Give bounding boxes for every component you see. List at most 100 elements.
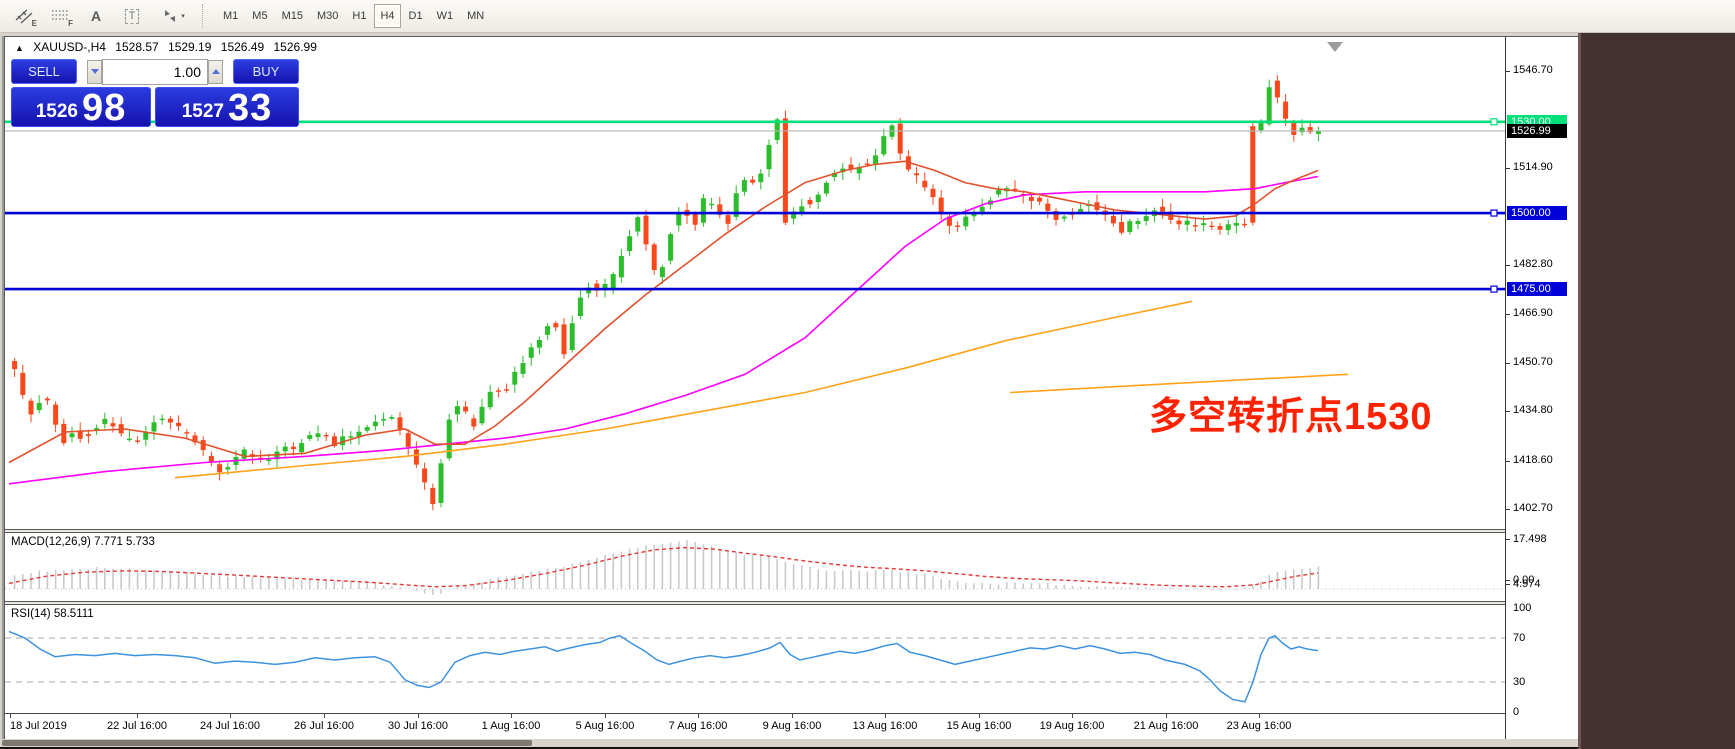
- ma-slow-line: [175, 301, 1192, 477]
- buy-price-big: 33: [228, 91, 272, 125]
- fibonacci-icon-sub: F: [68, 19, 73, 28]
- chart-window: 18 Jul 2019 22 Jul 16:00 24 Jul 16:00 26 Ju…: [4, 36, 1578, 739]
- price-axis-label: 1418.60: [1513, 454, 1553, 466]
- arrows-tool-button[interactable]: ▾: [150, 2, 196, 30]
- macd-panel-plot[interactable]: [5, 533, 1505, 601]
- rsi-axis-label: 0: [1513, 706, 1519, 718]
- time-axis[interactable]: 18 Jul 2019 22 Jul 16:00 24 Jul 16:00 26 Ju…: [5, 713, 1505, 740]
- time-axis-label: 9 Aug 16:00: [763, 720, 822, 732]
- timeframe-button-h4[interactable]: H4: [374, 4, 400, 28]
- chart-shift-marker-icon[interactable]: [1327, 42, 1343, 52]
- level-handle: [1491, 210, 1497, 216]
- sell-price-small: 1526: [36, 99, 78, 125]
- rsi-axis-label: 70: [1513, 632, 1525, 644]
- rsi-panel-plot[interactable]: [5, 605, 1505, 713]
- axis-tick: [137, 714, 138, 718]
- macd-axis-label: 4.974: [1513, 578, 1541, 590]
- axis-tick: [1506, 71, 1510, 72]
- macd-indicator-label: MACD(12,26,9) 7.771 5.733: [11, 536, 155, 548]
- volume-input[interactable]: [102, 59, 208, 85]
- one-click-trading-panel: SELL BUY 1526 98 1527 33: [11, 58, 299, 127]
- axis-tick: [1506, 539, 1510, 540]
- time-axis-label: 30 Jul 16:00: [388, 720, 448, 732]
- horizontal-scrollbar[interactable]: [0, 739, 1578, 749]
- axis-tick: [1506, 461, 1510, 462]
- rsi-axis-label: 100: [1513, 602, 1531, 614]
- axis-tick: [511, 714, 512, 718]
- timeframe-button-w1[interactable]: W1: [431, 4, 460, 28]
- mt4-terminal: E F A T ▾ M1M5M15M30H1H4D1W1MN: [0, 0, 1735, 749]
- chart-annotation-text[interactable]: 多空转折点1530: [1149, 385, 1433, 440]
- high-value: 1529.19: [168, 40, 211, 54]
- time-axis-label: 18 Jul 2019: [10, 720, 67, 732]
- axis-tick: [1259, 714, 1260, 718]
- axis-tick: [1166, 714, 1167, 718]
- sell-price-box[interactable]: 1526 98: [11, 87, 151, 127]
- axis-tick: [1506, 411, 1510, 412]
- triangle-down-icon: [91, 69, 99, 74]
- axis-tick: [10, 714, 11, 718]
- volume-decrease-button[interactable]: [87, 60, 102, 84]
- rsi-line: [9, 631, 1318, 701]
- axis-tick: [698, 714, 699, 718]
- timeframe-toolbar: M1M5M15M30H1H4D1W1MN: [216, 4, 491, 28]
- time-axis-label: 24 Jul 16:00: [200, 720, 260, 732]
- axis-tick: [1506, 584, 1510, 585]
- timeframe-button-h1[interactable]: H1: [346, 4, 372, 28]
- text-box-tool-button[interactable]: T: [114, 2, 150, 30]
- equidistant-channel-tool-button[interactable]: E: [6, 2, 42, 30]
- fibonacci-tool-button[interactable]: F: [42, 2, 78, 30]
- macd-signal-line: [9, 548, 1318, 587]
- axis-tick: [1072, 714, 1073, 718]
- text-box-icon: T: [125, 9, 140, 24]
- time-axis-label: 19 Aug 16:00: [1040, 720, 1105, 732]
- open-value: 1528.57: [115, 40, 158, 54]
- toolbar-separator: [202, 4, 208, 28]
- timeframe-button-m30[interactable]: M30: [311, 4, 344, 28]
- level-handle: [1491, 119, 1497, 125]
- time-axis-label: 5 Aug 16:00: [576, 720, 635, 732]
- price-badge-1500.00: 1500.00: [1507, 206, 1567, 220]
- timeframe-button-m5[interactable]: M5: [246, 4, 273, 28]
- ohlc-header: ▲ XAUUSD-,H4 1528.57 1529.19 1526.49 152…: [15, 40, 323, 54]
- rsi-indicator-label: RSI(14) 58.5111: [11, 608, 94, 620]
- timeframe-button-d1[interactable]: D1: [403, 4, 429, 28]
- axis-tick: [1506, 265, 1510, 266]
- text-label-icon: A: [91, 8, 101, 24]
- axis-tick: [1506, 168, 1510, 169]
- toolbar: E F A T ▾ M1M5M15M30H1H4D1W1MN: [0, 0, 1735, 33]
- price-axis-label: 1402.70: [1513, 502, 1553, 514]
- price-axis[interactable]: 1546.701514.901482.801466.901450.701434.…: [1505, 37, 1578, 740]
- buy-button[interactable]: BUY: [233, 59, 299, 84]
- triangle-up-icon: [212, 69, 220, 74]
- workspace-background: [1578, 33, 1735, 749]
- timeframe-button-m1[interactable]: M1: [217, 4, 244, 28]
- time-axis-label: 22 Jul 16:00: [107, 720, 167, 732]
- axis-tick: [885, 714, 886, 718]
- collapse-panel-arrow-icon[interactable]: ▲: [15, 43, 24, 53]
- scrollbar-thumb[interactable]: [2, 740, 532, 746]
- buy-price-box[interactable]: 1527 33: [155, 87, 299, 127]
- axis-tick: [1506, 363, 1510, 364]
- volume-increase-button[interactable]: [208, 60, 223, 84]
- axis-tick: [1506, 314, 1510, 315]
- axis-tick: [1506, 509, 1510, 510]
- volume-stepper: [87, 59, 223, 85]
- time-axis-label: 21 Aug 16:00: [1134, 720, 1199, 732]
- level-handle: [1491, 286, 1497, 292]
- time-axis-label: 26 Jul 16:00: [294, 720, 354, 732]
- timeframe-button-mn[interactable]: MN: [461, 4, 490, 28]
- axis-tick: [1506, 580, 1510, 581]
- price-badge-1526.99: 1526.99: [1507, 124, 1567, 138]
- price-axis-label: 1514.90: [1513, 161, 1553, 173]
- sell-button[interactable]: SELL: [11, 59, 77, 84]
- time-axis-label: 15 Aug 16:00: [947, 720, 1012, 732]
- timeframe-button-m15[interactable]: M15: [276, 4, 309, 28]
- time-axis-label: 7 Aug 16:00: [669, 720, 728, 732]
- low-value: 1526.49: [221, 40, 264, 54]
- axis-tick: [324, 714, 325, 718]
- price-badge-1475.00: 1475.00: [1507, 282, 1567, 296]
- text-label-tool-button[interactable]: A: [78, 2, 114, 30]
- price-axis-label: 1466.90: [1513, 307, 1553, 319]
- dropdown-caret-icon: ▾: [181, 12, 185, 20]
